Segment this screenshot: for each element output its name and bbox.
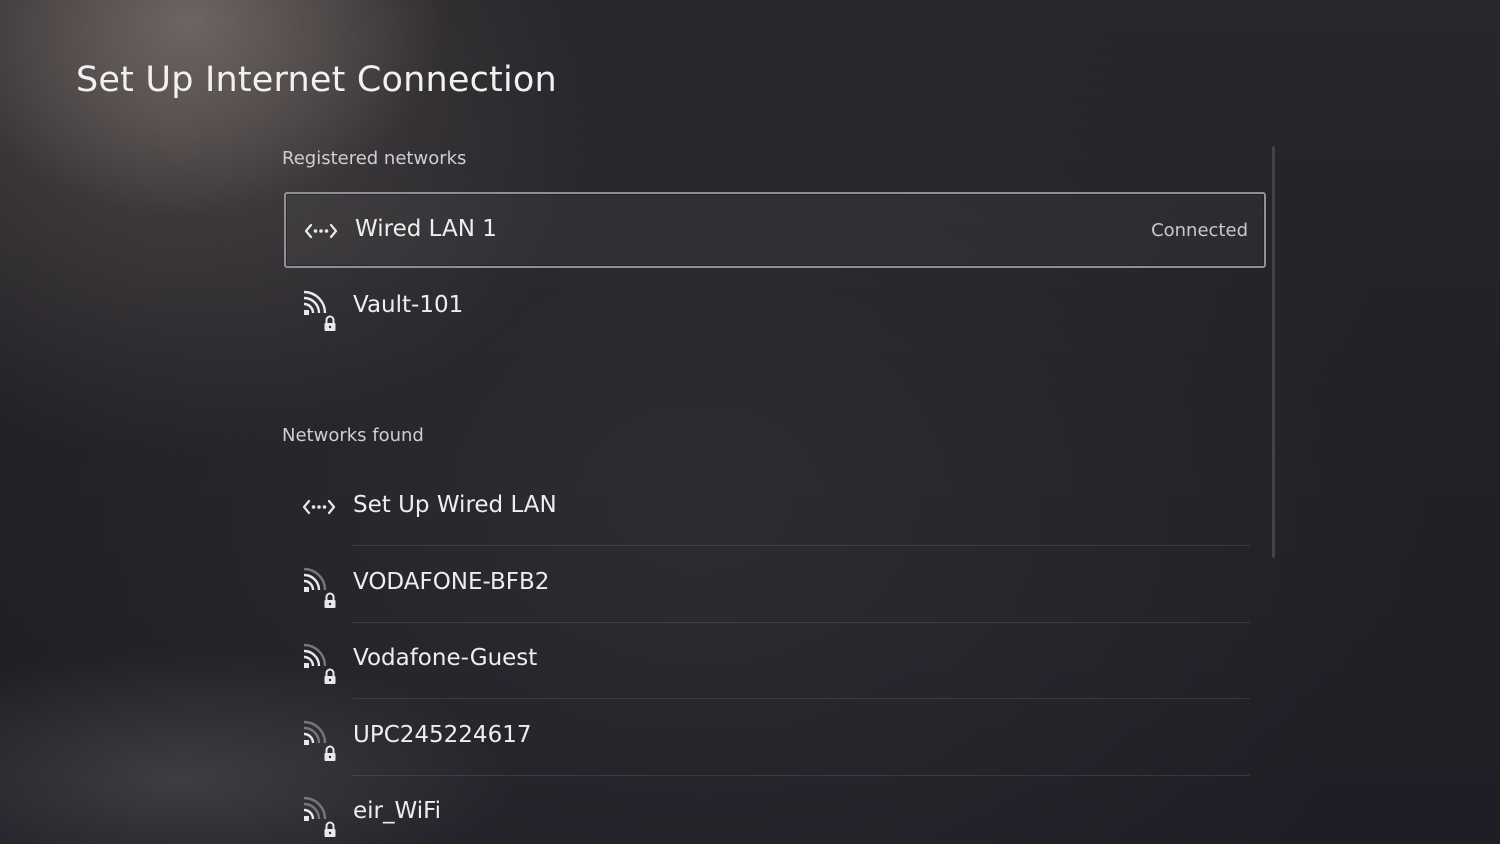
wifi-locked-icon	[302, 796, 336, 837]
network-item-eir-wifi[interactable]: eir_WiFi	[284, 776, 1266, 844]
network-item-upc245224617[interactable]: UPC245224617	[284, 700, 1266, 776]
list-divider	[353, 545, 1250, 546]
registered-networks-header: Registered networks	[282, 148, 467, 169]
page-title: Set Up Internet Connection	[76, 60, 557, 100]
network-item-vodafone-guest[interactable]: Vodafone-Guest	[284, 623, 1266, 699]
network-item-set-up-wired-lan[interactable]: Set Up Wired LAN	[284, 470, 1266, 546]
network-name: VODAFONE-BFB2	[353, 569, 550, 595]
network-name: eir_WiFi	[353, 798, 442, 824]
wired-lan-icon	[304, 214, 338, 248]
wifi-locked-icon	[302, 567, 336, 608]
network-name: Vault-101	[353, 292, 464, 318]
network-item-vault-101[interactable]: Vault-101	[284, 270, 1266, 346]
networks-found-header: Networks found	[282, 425, 424, 446]
network-item-wired-lan-1[interactable]: Wired LAN 1 Connected	[284, 192, 1266, 268]
network-name: UPC245224617	[353, 722, 532, 748]
wifi-locked-icon	[302, 720, 336, 761]
network-item-vodafone-bfb2[interactable]: VODAFONE-BFB2	[284, 547, 1266, 623]
list-divider	[353, 698, 1250, 699]
scrollbar[interactable]	[1272, 146, 1275, 558]
network-name: Vodafone-Guest	[353, 645, 538, 671]
network-name: Wired LAN 1	[355, 216, 497, 242]
wired-lan-icon	[302, 490, 336, 524]
network-name: Set Up Wired LAN	[353, 492, 557, 518]
connection-status: Connected	[1151, 220, 1248, 241]
wifi-locked-icon	[302, 290, 336, 331]
wifi-locked-icon	[302, 643, 336, 684]
